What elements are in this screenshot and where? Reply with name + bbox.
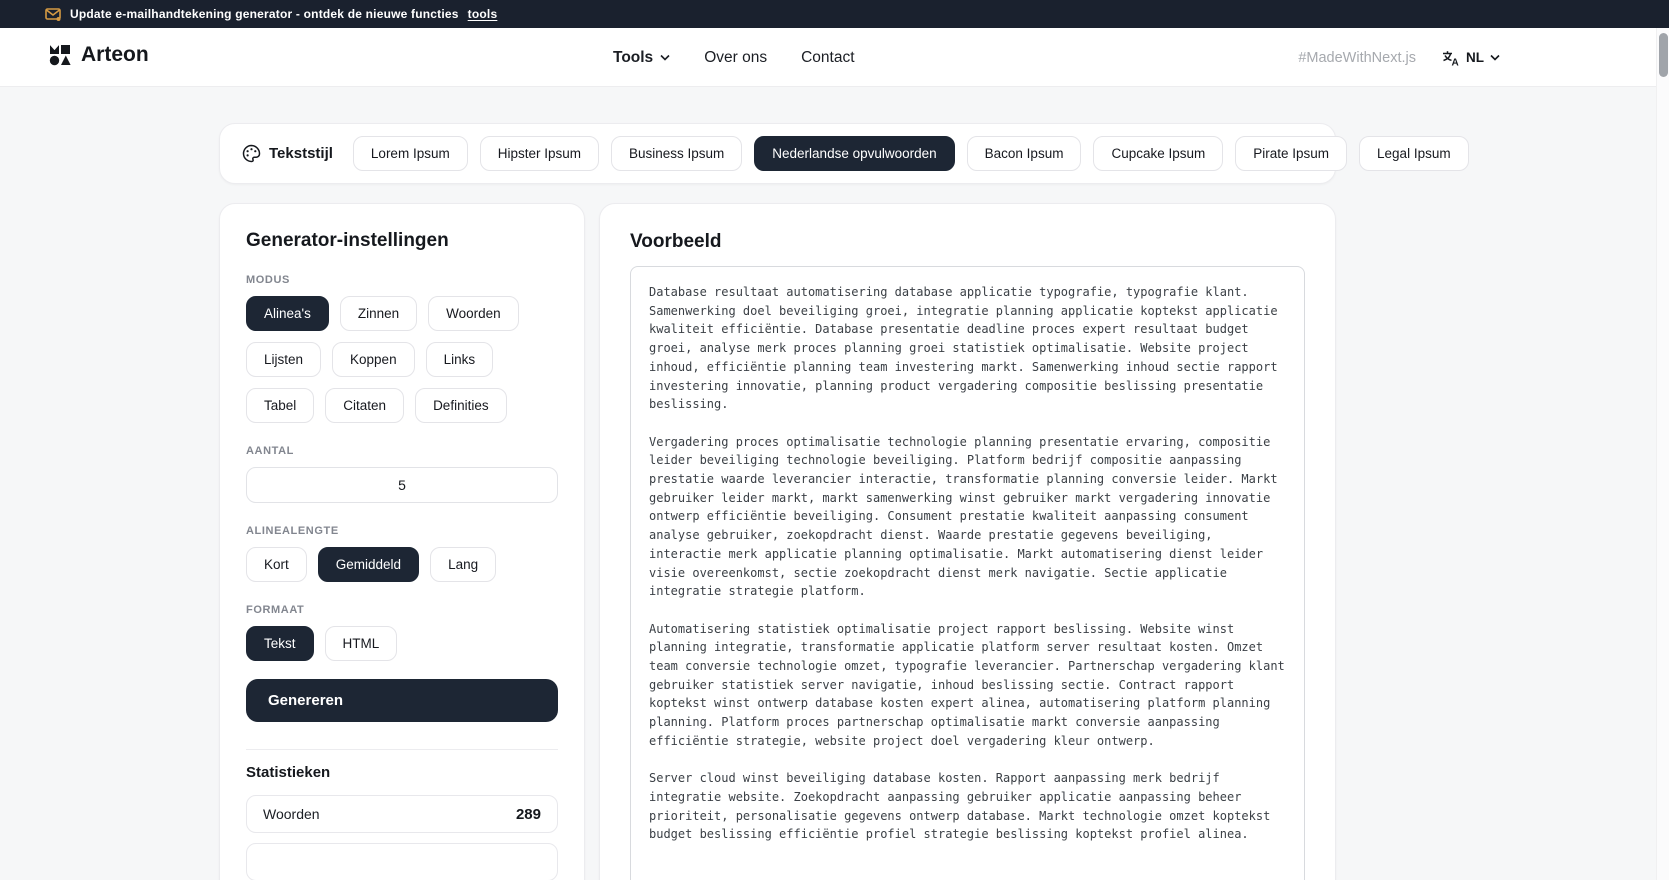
modus-options: Alinea's Zinnen Woorden Lijsten Koppen L… — [246, 296, 558, 423]
style-option-lorem-ipsum[interactable]: Lorem Ipsum — [352, 136, 468, 171]
modus-option-zinnen[interactable]: Zinnen — [339, 296, 418, 331]
style-option-nederlandse-opvulwoorden[interactable]: Nederlandse opvulwoorden — [754, 136, 955, 171]
chevron-down-icon — [1490, 54, 1500, 61]
style-option-hipster-ipsum[interactable]: Hipster Ipsum — [479, 136, 599, 171]
stat-label: Woorden — [263, 806, 320, 822]
modus-option-woorden[interactable]: Woorden — [428, 296, 519, 331]
made-with-nextjs-tag: #MadeWithNext.js — [1298, 49, 1416, 66]
palette-icon — [242, 144, 261, 163]
formaat-options: Tekst HTML — [246, 626, 558, 661]
settings-title: Generator-instellingen — [246, 230, 449, 251]
preview-paragraph: Server cloud winst beveiliging database … — [649, 771, 1271, 842]
arteon-logo-icon — [48, 43, 72, 67]
length-option-lang[interactable]: Lang — [430, 547, 497, 582]
style-option-legal-ipsum[interactable]: Legal Ipsum — [1359, 136, 1469, 171]
stat-row-partial — [246, 843, 558, 880]
length-option-gemiddeld[interactable]: Gemiddeld — [317, 547, 420, 582]
main-nav: Tools Over ons Contact — [613, 28, 855, 87]
banner-tools-link[interactable]: tools — [468, 7, 498, 21]
text-style-label-group: Tekststijl — [242, 144, 333, 163]
preview-title: Voorbeeld — [630, 231, 722, 252]
language-code: NL — [1466, 50, 1484, 65]
aantal-label: AANTAL — [246, 445, 294, 457]
stat-row-woorden: Woorden 289 — [246, 795, 558, 833]
generate-button[interactable]: Genereren — [246, 679, 558, 722]
style-option-business-ipsum[interactable]: Business Ipsum — [610, 136, 743, 171]
nav-item-over-ons[interactable]: Over ons — [704, 49, 767, 67]
language-selector[interactable]: A NL — [1442, 50, 1500, 66]
svg-text:A: A — [1452, 57, 1459, 66]
preview-card: Voorbeeld Database resultaat automatiser… — [599, 203, 1336, 880]
envelope-icon — [45, 7, 61, 21]
modus-option-lijsten[interactable]: Lijsten — [246, 342, 322, 377]
header-right: #MadeWithNext.js A NL — [1298, 28, 1500, 87]
modus-option-tabel[interactable]: Tabel — [246, 388, 315, 423]
modus-option-alineas[interactable]: Alinea's — [246, 296, 329, 331]
translate-icon: A — [1442, 50, 1460, 66]
chevron-down-icon — [660, 54, 670, 61]
scrollbar-thumb[interactable] — [1659, 33, 1668, 77]
alinealengte-label: ALINEALENGTE — [246, 525, 339, 537]
modus-option-definities[interactable]: Definities — [415, 388, 507, 423]
modus-option-koppen[interactable]: Koppen — [332, 342, 415, 377]
stat-value: 289 — [515, 805, 541, 823]
brand-logo[interactable]: Arteon — [48, 43, 149, 67]
nav-item-tools[interactable]: Tools — [613, 49, 670, 67]
announcement-banner: Update e-mailhandtekening generator - on… — [0, 0, 1669, 28]
site-header: Arteon Tools Over ons Contact #MadeWithN… — [0, 28, 1669, 87]
modus-option-links[interactable]: Links — [425, 342, 494, 377]
aantal-input[interactable] — [246, 467, 558, 503]
preview-paragraph: Automatisering statistiek optimalisatie … — [649, 621, 1285, 748]
generator-settings-card: Generator-instellingen MODUS Alinea's Zi… — [219, 203, 585, 880]
format-option-html[interactable]: HTML — [324, 626, 398, 661]
style-option-cupcake-ipsum[interactable]: Cupcake Ipsum — [1093, 136, 1224, 171]
alinealengte-options: Kort Gemiddeld Lang — [246, 547, 558, 582]
preview-paragraph: Vergadering proces optimalisatie technol… — [649, 434, 1278, 599]
text-style-label: Tekststijl — [269, 145, 333, 162]
preview-output: Database resultaat automatisering databa… — [630, 266, 1305, 880]
style-option-bacon-ipsum[interactable]: Bacon Ipsum — [966, 136, 1082, 171]
formaat-label: FORMAAT — [246, 604, 305, 616]
format-option-tekst[interactable]: Tekst — [246, 626, 314, 661]
nav-item-contact[interactable]: Contact — [801, 49, 854, 67]
preview-paragraph: Database resultaat automatisering databa… — [649, 285, 1278, 412]
settings-divider — [246, 749, 558, 750]
page-scrollbar[interactable] — [1656, 28, 1669, 880]
modus-option-citaten[interactable]: Citaten — [325, 388, 405, 423]
length-option-kort[interactable]: Kort — [246, 547, 307, 582]
statistics-title: Statistieken — [246, 764, 331, 781]
modus-label: MODUS — [246, 274, 290, 286]
brand-name: Arteon — [81, 43, 149, 66]
text-style-bar: Tekststijl Lorem Ipsum Hipster Ipsum Bus… — [219, 123, 1469, 184]
banner-text: Update e-mailhandtekening generator - on… — [70, 7, 459, 21]
style-option-pirate-ipsum[interactable]: Pirate Ipsum — [1235, 136, 1348, 171]
